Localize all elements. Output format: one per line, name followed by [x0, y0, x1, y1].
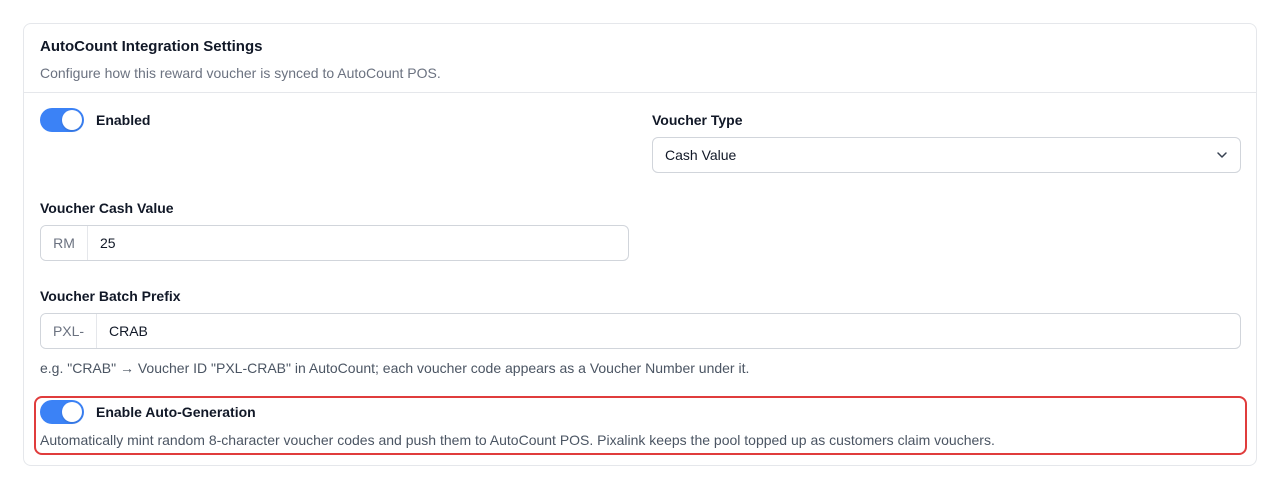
cash-value-group: RM: [40, 225, 629, 261]
currency-addon: RM: [41, 226, 88, 260]
card-header: AutoCount Integration Settings Configure…: [24, 24, 1256, 93]
auto-generation-label: Enable Auto-Generation: [96, 404, 256, 420]
batch-prefix-addon: PXL-: [41, 314, 97, 348]
enabled-toggle[interactable]: [40, 108, 84, 132]
voucher-type-value: Cash Value: [665, 147, 737, 163]
toggle-knob: [62, 110, 82, 130]
cash-value-label: Voucher Cash Value: [40, 200, 174, 216]
autocount-settings-card: AutoCount Integration Settings Configure…: [23, 23, 1257, 466]
card-description: Configure how this reward voucher is syn…: [40, 65, 441, 81]
enabled-label: Enabled: [96, 112, 151, 128]
voucher-type-select[interactable]: Cash Value: [652, 137, 1241, 173]
chevron-down-icon: [1217, 152, 1227, 158]
auto-generation-description: Automatically mint random 8-character vo…: [40, 432, 995, 448]
batch-prefix-input[interactable]: [97, 314, 1240, 348]
toggle-knob: [62, 402, 82, 422]
cash-value-input[interactable]: [88, 226, 628, 260]
batch-prefix-group: PXL-: [40, 313, 1241, 349]
auto-generation-toggle[interactable]: [40, 400, 84, 424]
card-title: AutoCount Integration Settings: [40, 38, 263, 55]
batch-prefix-help: e.g. "CRAB" → Voucher ID "PXL-CRAB" in A…: [40, 360, 750, 376]
batch-prefix-label: Voucher Batch Prefix: [40, 288, 181, 304]
voucher-type-label: Voucher Type: [652, 112, 743, 128]
